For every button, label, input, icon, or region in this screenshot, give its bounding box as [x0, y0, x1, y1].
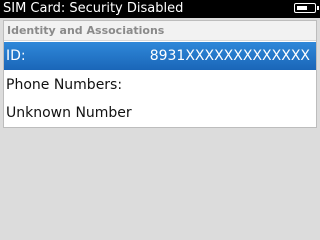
id-row[interactable]: ID: 8931XXXXXXXXXXXXX: [4, 42, 316, 70]
section-header: Identity and Associations: [4, 21, 316, 41]
phone-numbers-row[interactable]: Phone Numbers:: [4, 71, 316, 99]
battery-level: [297, 6, 307, 10]
status-bar: SIM Card: Security Disabled: [0, 0, 320, 18]
identity-panel: Identity and Associations ID: 8931XXXXXX…: [3, 20, 317, 128]
battery-icon: [294, 3, 319, 13]
phone-numbers-label: Phone Numbers:: [6, 77, 123, 93]
id-label: ID:: [6, 48, 26, 64]
section-header-label: Identity and Associations: [7, 24, 165, 37]
screen-title: SIM Card: Security Disabled: [3, 1, 184, 16]
unknown-number-row[interactable]: Unknown Number: [4, 99, 316, 127]
id-value: 8931XXXXXXXXXXXXX: [149, 48, 310, 64]
unknown-number-label: Unknown Number: [6, 105, 132, 121]
